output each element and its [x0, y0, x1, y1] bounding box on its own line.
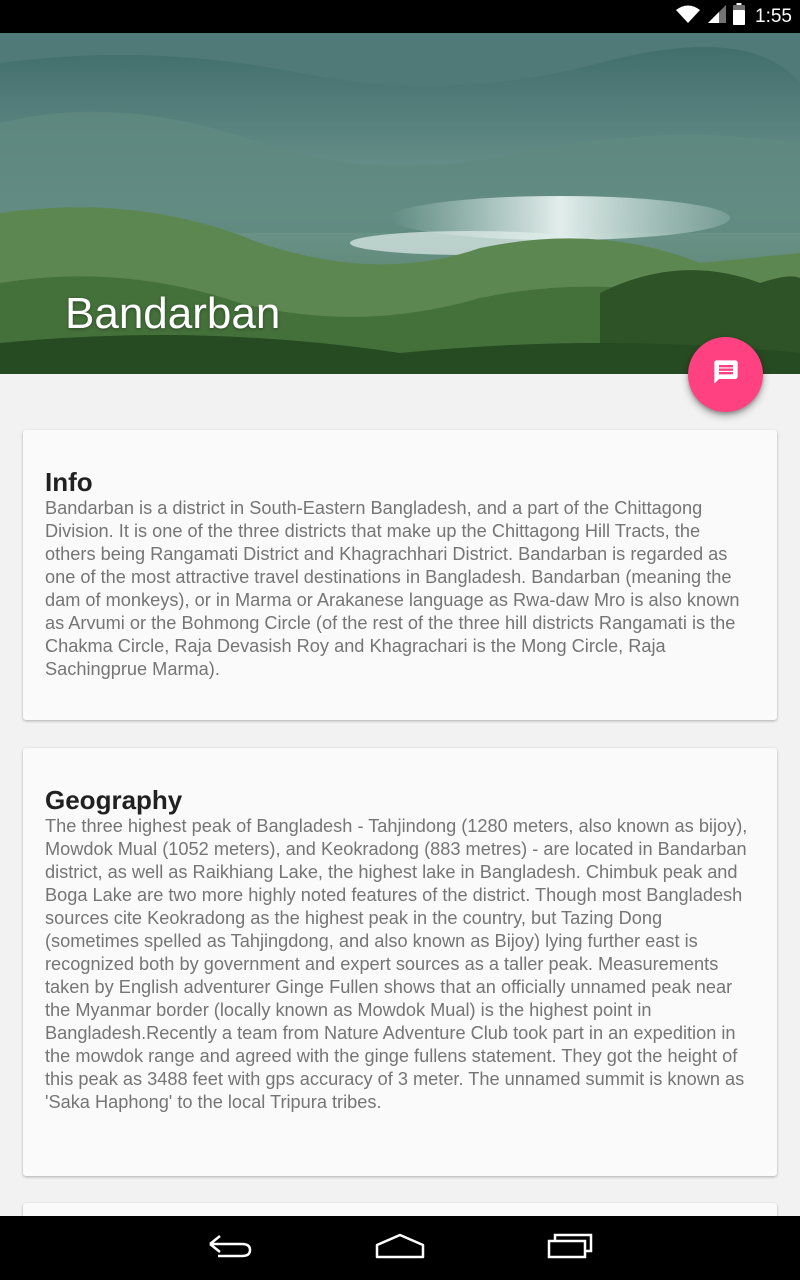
home-button[interactable] — [340, 1216, 460, 1280]
status-icons: 1:55 — [675, 0, 792, 33]
message-fab-button[interactable] — [688, 337, 763, 412]
navigation-bar — [0, 1216, 800, 1280]
battery-icon — [733, 3, 746, 30]
geography-card: Geography The three highest peak of Bang… — [23, 748, 777, 1176]
back-button[interactable] — [170, 1216, 290, 1280]
geography-card-title: Geography — [45, 785, 183, 815]
signal-icon — [707, 4, 727, 29]
back-icon — [206, 1232, 254, 1265]
hero-image: Bandarban — [0, 33, 800, 374]
home-icon — [375, 1233, 425, 1264]
recents-button[interactable] — [511, 1216, 631, 1280]
wifi-icon — [675, 4, 701, 29]
info-card: Info Bandarban is a district in South-Ea… — [23, 430, 777, 720]
status-time: 1:55 — [755, 5, 792, 27]
message-icon — [712, 358, 740, 391]
geography-card-body: The three highest peak of Bangladesh - T… — [45, 816, 748, 1112]
status-bar: 1:55 — [0, 0, 800, 33]
page-title: Bandarban — [65, 289, 281, 338]
recents-icon — [547, 1233, 595, 1264]
info-card-title: Info — [45, 467, 93, 497]
info-card-body: Bandarban is a district in South-Eastern… — [45, 498, 740, 679]
